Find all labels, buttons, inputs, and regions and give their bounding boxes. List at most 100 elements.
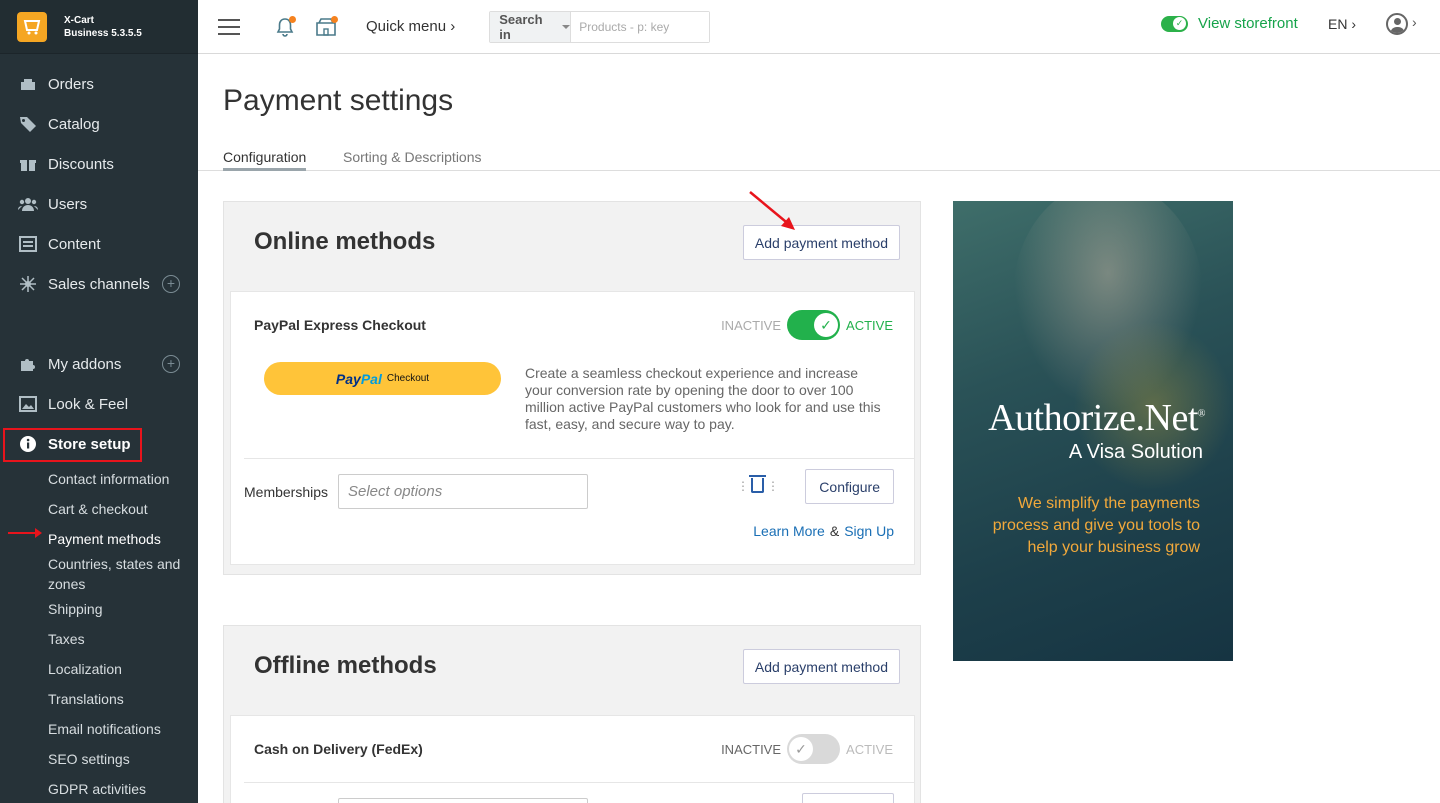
ad-subtitle: A Visa Solution — [1068, 441, 1203, 463]
submenu-localization[interactable]: Localization — [0, 654, 198, 684]
check-icon: ✓ — [789, 737, 814, 761]
configure-button[interactable] — [802, 793, 894, 803]
chevron-right-icon[interactable]: › — [1412, 14, 1417, 30]
search-in-select[interactable]: Search in — [490, 11, 572, 42]
search-bar: Search in — [489, 10, 711, 43]
sidebar-item-look-and-feel[interactable]: Look & Feel — [0, 384, 198, 424]
page-title: Payment settings — [223, 84, 454, 117]
content-icon — [18, 235, 38, 253]
sidebar-item-discounts[interactable]: Discounts — [0, 144, 198, 184]
chevron-right-icon: › — [1351, 16, 1357, 32]
sidebar-item-label: Sales channels — [48, 275, 150, 293]
offline-methods-header: Offline methods Add payment method — [224, 626, 920, 708]
brand[interactable]: X-Cart Business 5.3.5.5 — [0, 0, 198, 54]
highlight-box-annotation — [3, 428, 142, 462]
paypal-logo-text-1: Pay — [335, 370, 361, 387]
submenu-taxes[interactable]: Taxes — [0, 624, 198, 654]
sidebar-item-label: Discounts — [48, 155, 114, 173]
quick-menu-label: Quick menu — [366, 18, 447, 35]
search-input[interactable] — [571, 11, 710, 42]
add-addon-icon[interactable]: + — [162, 355, 180, 373]
sidebar-item-users[interactable]: Users — [0, 184, 198, 224]
submenu-countries-states-zones[interactable]: Countries, states and zones — [0, 554, 198, 594]
nav-spacer — [0, 304, 198, 344]
learn-more-link[interactable]: Learn More — [753, 523, 825, 539]
online-methods-title: Online methods — [254, 228, 436, 255]
memberships-select[interactable] — [338, 474, 588, 509]
brand-name: X-Cart — [64, 14, 95, 26]
brand-text: X-Cart Business 5.3.5.5 — [64, 14, 142, 40]
submenu-seo-settings[interactable]: SEO settings — [0, 744, 198, 774]
chevron-right-icon: › — [450, 18, 456, 35]
paypal-logo-text-3: Checkout — [386, 373, 430, 384]
active-toggle[interactable]: ✓ — [787, 734, 841, 764]
sidebar-item-catalog[interactable]: Catalog — [0, 104, 198, 144]
submenu-contact-information[interactable]: Contact information — [0, 464, 198, 494]
ad-brand-logo: Authorize.Net® — [988, 396, 1205, 440]
store-messages-icon[interactable] — [314, 15, 338, 38]
sidebar-item-sales-channels[interactable]: Sales channels + — [0, 264, 198, 304]
add-offline-payment-method-button[interactable]: Add payment method — [742, 649, 900, 684]
offline-methods-title: Offline methods — [254, 652, 437, 679]
method-description: Create a seamless checkout experience an… — [525, 365, 881, 432]
storefront-toggle-icon — [1161, 15, 1188, 32]
trash-icon[interactable] — [748, 475, 766, 493]
method-name: PayPal Express Checkout — [254, 317, 426, 333]
sidebar-item-my-addons[interactable]: My addons + — [0, 344, 198, 384]
hamburger-menu-icon[interactable] — [218, 18, 240, 35]
paypal-logo-text-2: Pal — [360, 370, 382, 387]
brand-version: Business 5.3.5.5 — [64, 27, 142, 39]
sidebar-item-label: Catalog — [48, 115, 100, 133]
active-label: ACTIVE — [846, 741, 893, 757]
search-in-label: Search in — [499, 11, 543, 42]
sidebar-item-orders[interactable]: Orders — [0, 64, 198, 104]
drag-dots-icon: ⋮ — [767, 478, 779, 493]
cod-method-card: Cash on Delivery (FedEx) INACTIVE ✓ ACTI… — [230, 715, 915, 803]
tab-sorting-descriptions[interactable]: Sorting & Descriptions — [343, 149, 482, 165]
online-methods-panel: Online methods Add payment method PayPal… — [223, 201, 921, 575]
language-label: EN — [1328, 16, 1348, 32]
check-icon: ✓ — [814, 313, 839, 337]
memberships-select[interactable] — [338, 798, 588, 803]
top-bar: Quick menu › Search in View storefront E… — [198, 0, 1440, 54]
view-storefront-label: View storefront — [1198, 15, 1298, 32]
sidebar-nav: Orders Catalog Discounts Users Content S… — [0, 54, 198, 464]
paypal-method-card: PayPal Express Checkout INACTIVE ✓ ACTIV… — [230, 291, 915, 565]
configure-button[interactable]: Configure — [805, 469, 894, 504]
language-selector[interactable]: EN › — [1328, 16, 1356, 32]
sidebar-item-label: Look & Feel — [48, 395, 129, 413]
active-toggle[interactable]: ✓ — [787, 310, 841, 340]
user-avatar-icon[interactable] — [1386, 13, 1408, 35]
quick-menu[interactable]: Quick menu › — [366, 18, 455, 35]
authorize-net-ad-banner[interactable]: Authorize.Net® A Visa Solution We simpli… — [953, 201, 1233, 661]
bell-notification-icon[interactable] — [274, 15, 296, 38]
memberships-label: Memberships — [244, 484, 329, 500]
caret-down-icon — [562, 24, 571, 29]
paypal-checkout-logo: Pay Pal Checkout — [264, 362, 501, 395]
submenu-gdpr-activities[interactable]: GDPR activities — [0, 774, 198, 803]
sidebar-item-label: My addons — [48, 355, 122, 373]
view-storefront-link[interactable]: View storefront — [1161, 15, 1298, 32]
submenu-payment-methods[interactable]: Payment methods — [0, 524, 198, 554]
submenu-shipping[interactable]: Shipping — [0, 594, 198, 624]
tab-configuration[interactable]: Configuration — [223, 149, 307, 171]
online-methods-header: Online methods Add payment method — [224, 202, 920, 284]
submenu-email-notifications[interactable]: Email notifications — [0, 714, 198, 744]
add-sales-channel-icon[interactable]: + — [162, 275, 180, 293]
submenu-translations[interactable]: Translations — [0, 684, 198, 714]
method-name: Cash on Delivery (FedEx) — [254, 741, 423, 757]
gift-icon — [18, 155, 38, 173]
method-status: INACTIVE ✓ ACTIVE — [721, 734, 893, 764]
payment-methods-arrow-annotation — [8, 528, 42, 538]
submenu-cart-checkout[interactable]: Cart & checkout — [0, 494, 198, 524]
inactive-label: INACTIVE — [721, 317, 782, 333]
orders-icon — [18, 75, 38, 93]
active-label: ACTIVE — [846, 317, 893, 333]
sidebar-item-label: Content — [48, 235, 101, 253]
sidebar-item-content[interactable]: Content — [0, 224, 198, 264]
puzzle-icon — [18, 355, 38, 373]
sign-up-link[interactable]: Sign Up — [844, 523, 894, 539]
users-icon — [18, 195, 38, 213]
drag-dots-icon: ⋮ — [737, 478, 749, 493]
divider — [244, 782, 914, 783]
